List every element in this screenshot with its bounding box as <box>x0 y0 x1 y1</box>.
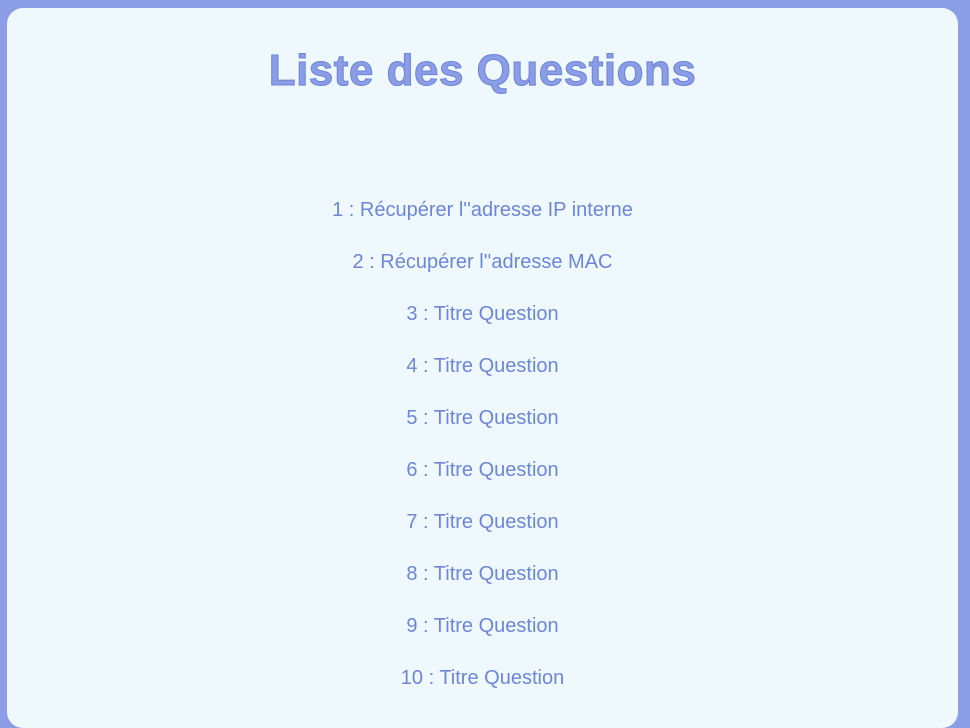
question-list: 1 : Récupérer l''adresse IP interne 2 : … <box>7 196 958 716</box>
question-link-7[interactable]: 7 : Titre Question <box>406 511 558 533</box>
question-link-5[interactable]: 5 : Titre Question <box>406 407 558 429</box>
list-item: 10 : Titre Question <box>7 664 958 716</box>
list-item: 1 : Récupérer l''adresse IP interne <box>7 196 958 248</box>
list-item: 7 : Titre Question <box>7 508 958 560</box>
question-link-6[interactable]: 6 : Titre Question <box>406 459 558 481</box>
list-item: 8 : Titre Question <box>7 560 958 612</box>
list-item: 4 : Titre Question <box>7 352 958 404</box>
list-item: 3 : Titre Question <box>7 300 958 352</box>
question-link-2[interactable]: 2 : Récupérer l''adresse MAC <box>353 251 613 273</box>
question-link-1[interactable]: 1 : Récupérer l''adresse IP interne <box>332 199 633 221</box>
list-item: 6 : Titre Question <box>7 456 958 508</box>
list-item: 9 : Titre Question <box>7 612 958 664</box>
list-item: 5 : Titre Question <box>7 404 958 456</box>
page-title: Liste des Questions <box>268 46 697 96</box>
list-item: 2 : Récupérer l''adresse MAC <box>7 248 958 300</box>
question-link-10[interactable]: 10 : Titre Question <box>401 667 564 689</box>
question-link-4[interactable]: 4 : Titre Question <box>406 355 558 377</box>
question-link-9[interactable]: 9 : Titre Question <box>406 615 558 637</box>
question-link-8[interactable]: 8 : Titre Question <box>406 563 558 585</box>
main-panel: Liste des Questions 1 : Récupérer l''adr… <box>7 8 958 728</box>
question-link-3[interactable]: 3 : Titre Question <box>406 303 558 325</box>
